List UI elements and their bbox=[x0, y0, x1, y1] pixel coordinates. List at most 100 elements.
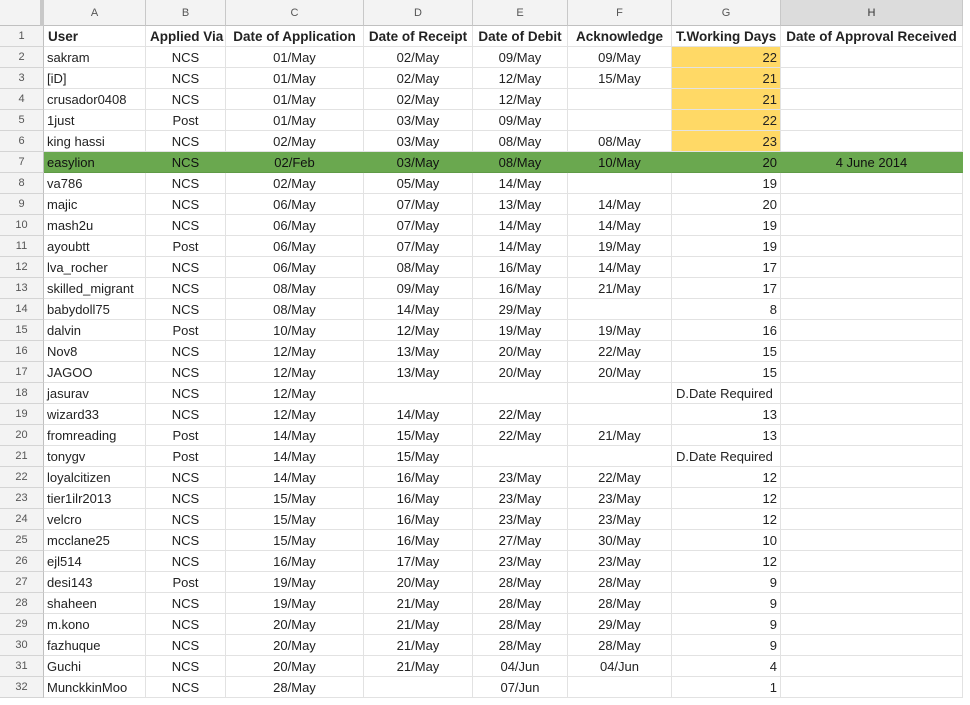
cell-acknowledge[interactable]: 10/May bbox=[568, 152, 672, 173]
cell-working-days[interactable]: 4 bbox=[672, 656, 781, 677]
cell-date-of-approval[interactable] bbox=[781, 593, 963, 614]
cell-date-of-receipt[interactable] bbox=[364, 383, 473, 404]
cell-date-of-approval[interactable] bbox=[781, 320, 963, 341]
cell-working-days[interactable]: 10 bbox=[672, 530, 781, 551]
cell-working-days[interactable]: 1 bbox=[672, 677, 781, 698]
cell-date-of-receipt[interactable]: 03/May bbox=[364, 131, 473, 152]
cell-date-of-receipt[interactable]: 16/May bbox=[364, 530, 473, 551]
cell-date-of-approval[interactable] bbox=[781, 656, 963, 677]
cell-date-of-approval[interactable] bbox=[781, 425, 963, 446]
row-number[interactable]: 14 bbox=[0, 299, 44, 320]
cell-date-of-application[interactable]: 06/May bbox=[226, 257, 364, 278]
cell-user[interactable]: tier1ilr2013 bbox=[44, 488, 146, 509]
row-number[interactable]: 15 bbox=[0, 320, 44, 341]
cell-date-of-receipt[interactable]: 21/May bbox=[364, 635, 473, 656]
cell-date-of-application[interactable]: 01/May bbox=[226, 110, 364, 131]
header-cell-acknowledge[interactable]: Acknowledge bbox=[568, 26, 672, 47]
row-number[interactable]: 29 bbox=[0, 614, 44, 635]
cell-user[interactable]: desi143 bbox=[44, 572, 146, 593]
cell-acknowledge[interactable]: 22/May bbox=[568, 467, 672, 488]
cell-date-of-receipt[interactable]: 16/May bbox=[364, 467, 473, 488]
header-cell-date-of-approval[interactable]: Date of Approval Received bbox=[781, 26, 963, 47]
cell-date-of-approval[interactable] bbox=[781, 194, 963, 215]
header-cell-date-of-debit[interactable]: Date of Debit bbox=[473, 26, 568, 47]
cell-date-of-debit[interactable]: 28/May bbox=[473, 614, 568, 635]
cell-date-of-debit[interactable]: 12/May bbox=[473, 89, 568, 110]
cell-user[interactable]: loyalcitizen bbox=[44, 467, 146, 488]
cell-working-days[interactable]: 20 bbox=[672, 194, 781, 215]
column-header-c[interactable]: C bbox=[226, 0, 364, 26]
cell-user[interactable]: majic bbox=[44, 194, 146, 215]
cell-date-of-receipt[interactable]: 02/May bbox=[364, 68, 473, 89]
cell-date-of-receipt[interactable]: 12/May bbox=[364, 320, 473, 341]
cell-user[interactable]: JAGOO bbox=[44, 362, 146, 383]
row-number[interactable]: 7 bbox=[0, 152, 44, 173]
row-number[interactable]: 2 bbox=[0, 47, 44, 68]
cell-date-of-approval[interactable] bbox=[781, 362, 963, 383]
cell-date-of-debit[interactable]: 14/May bbox=[473, 236, 568, 257]
cell-user[interactable]: 1just bbox=[44, 110, 146, 131]
row-number[interactable]: 16 bbox=[0, 341, 44, 362]
cell-working-days[interactable]: 21 bbox=[672, 89, 781, 110]
cell-date-of-debit[interactable]: 22/May bbox=[473, 404, 568, 425]
cell-date-of-receipt[interactable]: 02/May bbox=[364, 47, 473, 68]
cell-applied-via[interactable]: NCS bbox=[146, 488, 226, 509]
cell-date-of-debit[interactable]: 19/May bbox=[473, 320, 568, 341]
row-number[interactable]: 3 bbox=[0, 68, 44, 89]
cell-applied-via[interactable]: NCS bbox=[146, 47, 226, 68]
cell-date-of-debit[interactable]: 13/May bbox=[473, 194, 568, 215]
cell-date-of-application[interactable]: 12/May bbox=[226, 383, 364, 404]
cell-date-of-debit[interactable]: 08/May bbox=[473, 131, 568, 152]
cell-date-of-receipt[interactable]: 07/May bbox=[364, 236, 473, 257]
cell-applied-via[interactable]: NCS bbox=[146, 614, 226, 635]
cell-applied-via[interactable]: NCS bbox=[146, 152, 226, 173]
cell-working-days[interactable]: 20 bbox=[672, 152, 781, 173]
cell-date-of-receipt[interactable]: 16/May bbox=[364, 509, 473, 530]
row-number[interactable]: 6 bbox=[0, 131, 44, 152]
cell-date-of-approval[interactable] bbox=[781, 68, 963, 89]
cell-date-of-application[interactable]: 16/May bbox=[226, 551, 364, 572]
row-number[interactable]: 31 bbox=[0, 656, 44, 677]
header-cell-applied-via[interactable]: Applied Via bbox=[146, 26, 226, 47]
cell-date-of-debit[interactable]: 16/May bbox=[473, 257, 568, 278]
row-number[interactable]: 8 bbox=[0, 173, 44, 194]
cell-date-of-application[interactable]: 15/May bbox=[226, 530, 364, 551]
cell-acknowledge[interactable]: 30/May bbox=[568, 530, 672, 551]
cell-user[interactable]: crusador0408 bbox=[44, 89, 146, 110]
cell-date-of-approval[interactable] bbox=[781, 47, 963, 68]
row-number[interactable]: 13 bbox=[0, 278, 44, 299]
cell-user[interactable]: wizard33 bbox=[44, 404, 146, 425]
cell-acknowledge[interactable]: 19/May bbox=[568, 236, 672, 257]
cell-date-of-receipt[interactable]: 13/May bbox=[364, 341, 473, 362]
cell-acknowledge[interactable]: 04/Jun bbox=[568, 656, 672, 677]
cell-date-of-approval[interactable] bbox=[781, 446, 963, 467]
cell-date-of-application[interactable]: 01/May bbox=[226, 89, 364, 110]
cell-date-of-application[interactable]: 01/May bbox=[226, 68, 364, 89]
row-number[interactable]: 23 bbox=[0, 488, 44, 509]
row-number[interactable]: 1 bbox=[0, 26, 44, 47]
cell-date-of-receipt[interactable]: 15/May bbox=[364, 425, 473, 446]
cell-date-of-receipt[interactable]: 21/May bbox=[364, 656, 473, 677]
cell-user[interactable]: lva_rocher bbox=[44, 257, 146, 278]
cell-date-of-receipt[interactable]: 07/May bbox=[364, 194, 473, 215]
cell-date-of-debit[interactable]: 23/May bbox=[473, 488, 568, 509]
cell-date-of-receipt[interactable]: 05/May bbox=[364, 173, 473, 194]
cell-date-of-debit[interactable]: 22/May bbox=[473, 425, 568, 446]
cell-date-of-application[interactable]: 19/May bbox=[226, 593, 364, 614]
cell-date-of-approval[interactable] bbox=[781, 236, 963, 257]
cell-date-of-application[interactable]: 19/May bbox=[226, 572, 364, 593]
cell-date-of-approval[interactable] bbox=[781, 572, 963, 593]
cell-date-of-debit[interactable]: 23/May bbox=[473, 551, 568, 572]
cell-user[interactable]: velcro bbox=[44, 509, 146, 530]
cell-acknowledge[interactable] bbox=[568, 89, 672, 110]
cell-applied-via[interactable]: NCS bbox=[146, 677, 226, 698]
cell-applied-via[interactable]: NCS bbox=[146, 278, 226, 299]
cell-acknowledge[interactable]: 14/May bbox=[568, 257, 672, 278]
cell-applied-via[interactable]: NCS bbox=[146, 404, 226, 425]
column-header-b[interactable]: B bbox=[146, 0, 226, 26]
cell-user[interactable]: tonygv bbox=[44, 446, 146, 467]
cell-user[interactable]: m.kono bbox=[44, 614, 146, 635]
cell-user[interactable]: mcclane25 bbox=[44, 530, 146, 551]
cell-applied-via[interactable]: Post bbox=[146, 110, 226, 131]
cell-user[interactable]: dalvin bbox=[44, 320, 146, 341]
